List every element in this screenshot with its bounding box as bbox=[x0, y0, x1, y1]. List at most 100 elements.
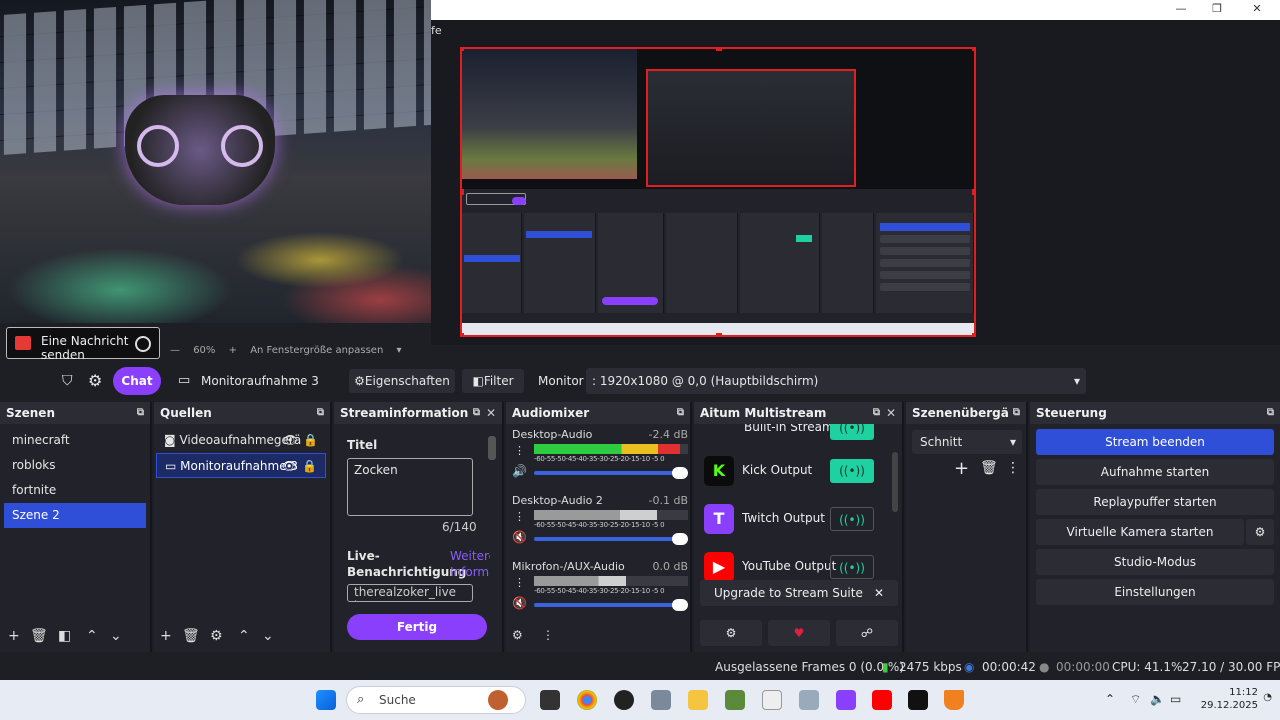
float-icon[interactable]: ⧉ bbox=[1267, 402, 1274, 424]
done-button[interactable]: Fertig bbox=[347, 614, 487, 640]
resize-handle[interactable] bbox=[972, 333, 974, 335]
scene-item-selected[interactable]: Szene 2 bbox=[4, 503, 146, 528]
eye-icon[interactable]: 👁 bbox=[282, 454, 297, 479]
menu-icon[interactable]: ⋮ bbox=[514, 444, 525, 457]
volume-knob[interactable] bbox=[672, 467, 688, 479]
scene-item[interactable]: minecraft bbox=[4, 428, 146, 453]
resize-handle[interactable] bbox=[716, 333, 722, 335]
donate-button[interactable]: ♥ bbox=[768, 620, 830, 646]
close-icon[interactable]: ✕ bbox=[486, 402, 496, 424]
chevron-down-icon[interactable]: ▾ bbox=[397, 345, 402, 356]
fit-window-button[interactable]: An Fenstergröße anpassen bbox=[250, 345, 383, 356]
more-info-link[interactable]: Weitere Informa bbox=[450, 548, 490, 580]
chevron-down-icon[interactable]: ⌄ bbox=[110, 628, 122, 644]
float-icon[interactable]: ⧉ bbox=[137, 402, 144, 424]
volume-slider[interactable] bbox=[534, 533, 688, 545]
transition-select[interactable]: Schnitt ▾ bbox=[912, 430, 1022, 454]
menu-icon[interactable]: ⋮ bbox=[514, 576, 525, 589]
trash-icon[interactable]: 🗑 bbox=[182, 628, 200, 644]
settings-button[interactable]: Einstellungen bbox=[1036, 579, 1274, 605]
menu-icon[interactable]: ⋮ bbox=[542, 628, 554, 642]
emoji-icon[interactable] bbox=[135, 336, 151, 352]
resize-handle[interactable] bbox=[462, 189, 464, 195]
volume-icon[interactable]: 🔈 bbox=[1150, 692, 1165, 706]
violin-icon[interactable] bbox=[488, 690, 508, 710]
trash-icon[interactable]: 🗑 bbox=[30, 628, 48, 644]
title-input[interactable]: Zocken bbox=[347, 458, 473, 516]
resize-handle[interactable] bbox=[462, 49, 464, 51]
lock-icon[interactable]: 🔒 bbox=[303, 428, 318, 453]
youtube-icon[interactable] bbox=[872, 690, 892, 710]
trash-icon[interactable]: 🗑 bbox=[980, 460, 998, 476]
discord-button[interactable]: ☍ bbox=[836, 620, 898, 646]
float-icon[interactable]: ⧉ bbox=[873, 402, 880, 424]
output-toggle[interactable]: ((•)) bbox=[830, 507, 874, 531]
resize-handle[interactable] bbox=[972, 49, 974, 51]
obs-icon[interactable] bbox=[614, 690, 634, 710]
filter-icon[interactable]: ◧ bbox=[58, 628, 71, 644]
maximize-icon[interactable]: ❐ bbox=[1202, 2, 1232, 18]
start-replay-buffer-button[interactable]: Replaypuffer starten bbox=[1036, 489, 1274, 515]
gear-icon[interactable]: ⚙ bbox=[88, 369, 102, 393]
volume-slider[interactable] bbox=[534, 599, 688, 611]
media-icon[interactable] bbox=[836, 690, 856, 710]
chevron-down-icon[interactable]: ⌄ bbox=[262, 628, 274, 644]
close-icon[interactable]: ✕ bbox=[886, 402, 896, 424]
gear-icon[interactable]: ⚙ bbox=[512, 628, 523, 642]
scene-item[interactable]: fortnite bbox=[4, 478, 146, 503]
folder-icon[interactable] bbox=[688, 690, 708, 710]
properties-button[interactable]: ⚙Eigenschaften bbox=[349, 369, 455, 393]
chrome-icon[interactable] bbox=[577, 690, 597, 710]
volume-slider[interactable] bbox=[534, 467, 688, 479]
source-item[interactable]: ◙ Videoaufnahmegerä 👁 🔒 bbox=[156, 428, 326, 453]
volume-knob[interactable] bbox=[672, 599, 688, 611]
close-icon[interactable]: ✕ bbox=[874, 580, 884, 606]
speaker-muted-icon[interactable]: 🔇 bbox=[512, 530, 527, 544]
windows-start-icon[interactable] bbox=[316, 690, 336, 710]
chat-button[interactable]: Chat bbox=[113, 367, 161, 395]
battery-icon[interactable]: ▭ bbox=[1170, 692, 1181, 706]
menu-icon[interactable]: ⋮ bbox=[514, 510, 525, 523]
wifi-icon[interactable]: ⌔ bbox=[1130, 692, 1141, 707]
monitor-capture-source[interactable] bbox=[460, 47, 976, 337]
output-toggle[interactable]: ((•)) bbox=[830, 555, 874, 579]
live-notification-input[interactable]: therealzoker_live ist bbox=[347, 584, 473, 602]
chevron-up-icon[interactable]: ⌃ bbox=[86, 628, 98, 644]
minecraft-icon[interactable] bbox=[725, 690, 745, 710]
shield-icon[interactable]: ⛉ bbox=[62, 369, 73, 393]
add-icon[interactable]: + bbox=[160, 628, 172, 644]
speaker-icon[interactable]: 🔊 bbox=[512, 464, 527, 478]
output-toggle[interactable]: ((•)) bbox=[830, 459, 874, 483]
minimize-icon[interactable]: — bbox=[1166, 2, 1196, 18]
scrollbar[interactable] bbox=[488, 436, 496, 460]
app-icon[interactable] bbox=[908, 690, 928, 710]
float-icon[interactable]: ⧉ bbox=[1013, 402, 1020, 424]
float-icon[interactable]: ⧉ bbox=[473, 402, 480, 424]
app-icon[interactable] bbox=[799, 690, 819, 710]
chevron-up-icon[interactable]: ⌃ bbox=[238, 628, 250, 644]
monitor-select[interactable]: : 1920x1080 @ 0,0 (Hauptbildschirm) ▾ bbox=[586, 368, 1086, 394]
close-icon[interactable]: ✕ bbox=[1242, 2, 1272, 18]
volume-knob[interactable] bbox=[672, 533, 688, 545]
resize-handle[interactable] bbox=[462, 333, 464, 335]
resize-handle[interactable] bbox=[716, 49, 722, 51]
start-virtual-camera-button[interactable]: Virtuelle Kamera starten bbox=[1036, 519, 1244, 545]
float-icon[interactable]: ⧉ bbox=[677, 402, 684, 424]
notification-icon[interactable]: ◔ bbox=[1263, 692, 1272, 703]
add-icon[interactable]: + bbox=[954, 458, 969, 479]
add-icon[interactable]: + bbox=[8, 628, 20, 644]
scene-item[interactable]: robloks bbox=[4, 453, 146, 478]
settings-button[interactable]: ⚙ bbox=[700, 620, 762, 646]
resize-handle[interactable] bbox=[972, 189, 974, 195]
settings-icon[interactable] bbox=[651, 690, 671, 710]
lock-icon[interactable]: 🔒 bbox=[302, 454, 317, 479]
virtual-camera-settings-button[interactable]: ⚙ bbox=[1246, 519, 1274, 545]
menu-icon[interactable]: ⋮ bbox=[1006, 460, 1020, 476]
send-message-button[interactable]: Eine Nachricht senden bbox=[6, 327, 160, 362]
clock-app-icon[interactable] bbox=[762, 690, 782, 710]
eye-icon[interactable]: 👁 bbox=[283, 428, 298, 453]
vlc-icon[interactable] bbox=[944, 690, 964, 710]
speaker-muted-icon[interactable]: 🔇 bbox=[512, 596, 527, 610]
stop-stream-button[interactable]: Stream beenden bbox=[1036, 429, 1274, 455]
scrollbar[interactable] bbox=[892, 452, 898, 512]
